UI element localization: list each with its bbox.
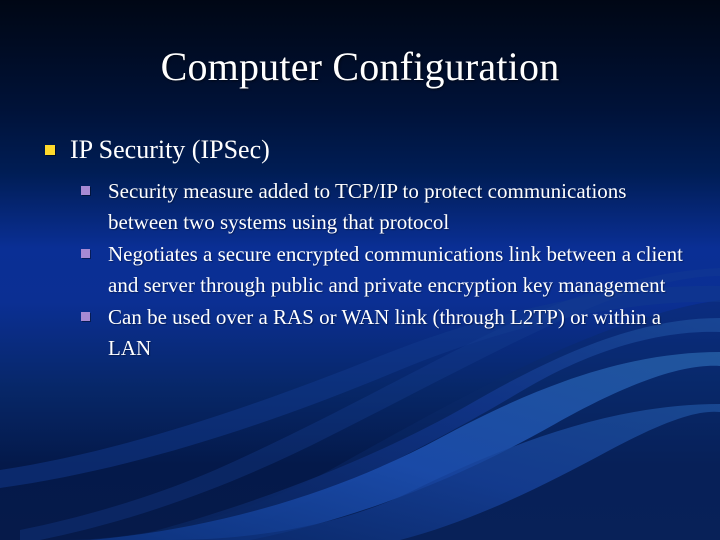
bullet-level2-item: Negotiates a secure encrypted communicat… [40,239,690,301]
bullet-level2-item: Security measure added to TCP/IP to prot… [40,176,690,238]
purple-square-bullet-icon [81,312,90,321]
bullet-level2-item: Can be used over a RAS or WAN link (thro… [40,302,690,364]
slide-body: IP Security (IPSec) Security measure add… [40,134,690,365]
bullet-level2-text: Can be used over a RAS or WAN link (thro… [108,305,662,360]
purple-square-bullet-icon [81,186,90,195]
bullet-level2-list: Security measure added to TCP/IP to prot… [40,176,690,364]
bullet-level2-text: Security measure added to TCP/IP to prot… [108,179,627,234]
slide-title: Computer Configuration [160,44,560,89]
bullet-level1-text: IP Security (IPSec) [70,135,270,164]
bullet-level2-text: Negotiates a secure encrypted communicat… [108,242,683,297]
presentation-slide: Computer Configuration IP Security (IPSe… [0,0,720,540]
purple-square-bullet-icon [81,249,90,258]
gold-square-bullet-icon [45,145,55,155]
bullet-level1: IP Security (IPSec) [40,134,690,166]
